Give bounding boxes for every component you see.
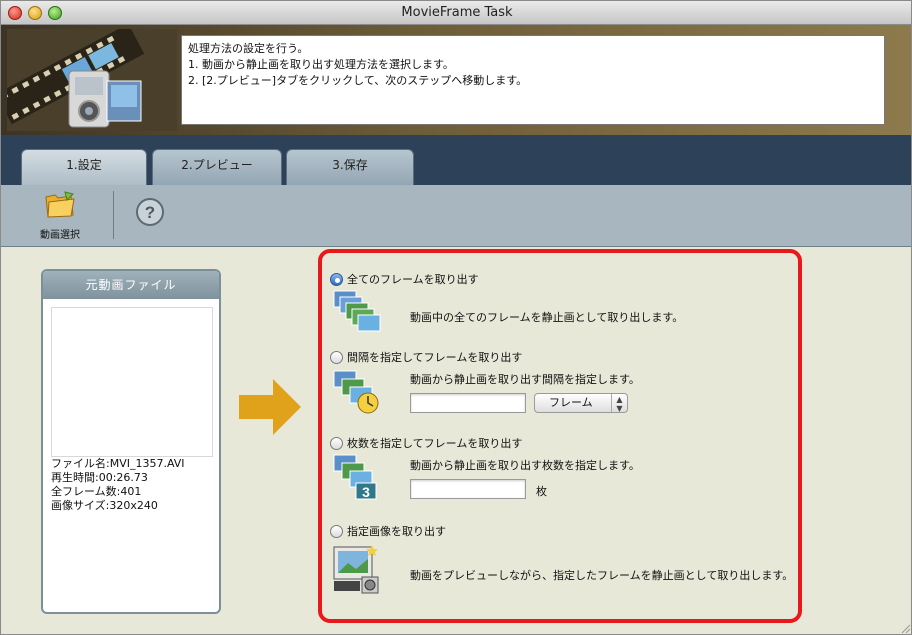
instruction-line: 1. 動画から静止画を取り出す処理方法を選択します。 [188, 58, 454, 71]
source-info: ファイル名:MVI_1357.AVI 再生時間:00:26.73 全フレーム数:… [51, 457, 185, 513]
folder-icon [45, 191, 75, 218]
option-all-frames[interactable]: 全てのフレームを取り出す [330, 271, 479, 287]
radio-specified[interactable] [330, 524, 343, 538]
interval-unit-value: フレーム [549, 396, 593, 409]
header-banner: 処理方法の設定を行う。 1. 動画から静止画を取り出す処理方法を選択します。 2… [1, 25, 911, 135]
title-bar: MovieFrame Task [1, 1, 911, 25]
file-name: ファイル名:MVI_1357.AVI [51, 457, 185, 470]
option-specified-label: 指定画像を取り出す [347, 525, 446, 538]
option-all-frames-description: 動画中の全てのフレームを静止画として取り出します。 [410, 311, 684, 324]
select-movie-button[interactable]: 動画選択 [31, 189, 89, 241]
option-specified-description: 動画をプレビューしながら、指定したフレームを静止画として取り出します。 [410, 569, 794, 582]
toolbar-divider [113, 191, 114, 239]
settings-content: 元動画ファイル ファイル名:MVI_1357.AVI 再生時間:00:26.73… [1, 247, 911, 634]
select-movie-label: 動画選択 [40, 230, 80, 241]
updown-icon: ▲ ▼ [611, 394, 627, 413]
radio-interval[interactable] [330, 350, 343, 364]
window-title: MovieFrame Task [401, 5, 513, 20]
arrow-right-icon [239, 379, 301, 435]
resize-grip-icon[interactable] [899, 622, 911, 634]
help-button[interactable]: ? [135, 197, 165, 230]
option-all-frames-label: 全てのフレームを取り出す [347, 273, 479, 286]
instruction-line: 2. [2.プレビュー]タブをクリックして、次のステップへ移動します。 [188, 74, 528, 87]
radio-all-frames[interactable] [330, 272, 343, 286]
tab-settings[interactable]: 1.設定 [21, 149, 147, 185]
tab-preview[interactable]: 2.プレビュー [152, 149, 282, 185]
duration: 再生時間:00:26.73 [51, 471, 148, 484]
interval-icon [333, 370, 379, 414]
option-specified[interactable]: 指定画像を取り出す [330, 523, 446, 539]
instruction-line: 処理方法の設定を行う。 [188, 42, 309, 55]
interval-unit-select[interactable]: フレーム ▲ ▼ [534, 393, 628, 413]
svg-text:3: 3 [362, 484, 370, 500]
option-interval[interactable]: 間隔を指定してフレームを取り出す [330, 349, 522, 365]
interval-input[interactable] [410, 393, 526, 413]
source-video-panel: 元動画ファイル ファイル名:MVI_1357.AVI 再生時間:00:26.73… [41, 269, 221, 614]
option-count-description: 動画から静止画を取り出す枚数を指定します。 [410, 459, 640, 472]
option-count[interactable]: 枚数を指定してフレームを取り出す [330, 435, 522, 451]
extraction-options-panel: 全てのフレームを取り出す 動画中の全てのフレームを静止画として取り出します。 間… [318, 249, 802, 623]
toolbar: 動画選択 ? [1, 185, 911, 247]
tab-bar: 1.設定 2.プレビュー 3.保存 [1, 135, 911, 185]
option-interval-label: 間隔を指定してフレームを取り出す [347, 351, 523, 364]
image-size: 画像サイズ:320x240 [51, 499, 158, 512]
specified-frame-icon [333, 545, 379, 594]
video-thumbnail [51, 307, 213, 457]
count-icon: 3 [333, 454, 377, 500]
help-icon: ? [136, 198, 164, 226]
camera-film-illustration [7, 29, 177, 131]
count-unit-label: 枚 [536, 485, 547, 498]
count-input[interactable] [410, 479, 526, 499]
all-frames-icon [333, 290, 381, 332]
source-panel-header: 元動画ファイル [43, 271, 219, 299]
option-count-label: 枚数を指定してフレームを取り出す [347, 437, 523, 450]
option-interval-description: 動画から静止画を取り出す間隔を指定します。 [410, 373, 640, 386]
frame-count: 全フレーム数:401 [51, 485, 142, 498]
tab-save[interactable]: 3.保存 [286, 149, 414, 185]
app-window: MovieFrame Task 処理方法の設定を行う。 1. 動画から静止画を取… [0, 0, 912, 635]
svg-text:?: ? [145, 203, 155, 222]
instructions-box: 処理方法の設定を行う。 1. 動画から静止画を取り出す処理方法を選択します。 2… [181, 35, 885, 125]
radio-count[interactable] [330, 436, 343, 450]
